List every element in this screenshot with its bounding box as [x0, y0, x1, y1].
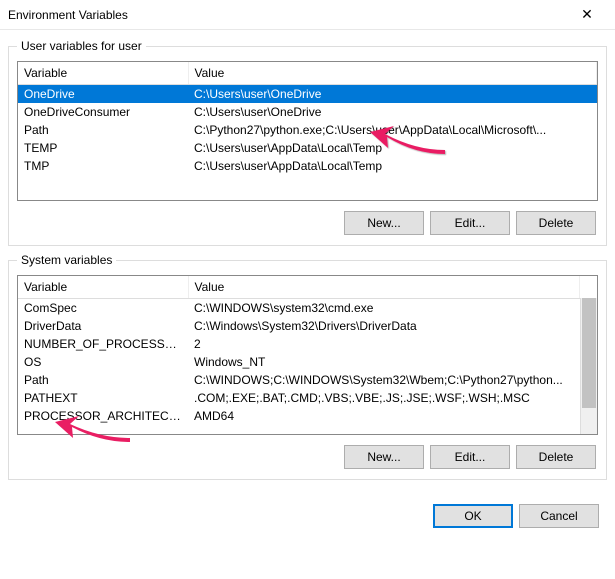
- table-row[interactable]: ComSpecC:\WINDOWS\system32\cmd.exe: [18, 298, 580, 317]
- user-delete-button[interactable]: Delete: [516, 211, 596, 235]
- user-col-value[interactable]: Value: [188, 62, 597, 84]
- table-cell-variable: PATHEXT: [18, 389, 188, 407]
- table-row[interactable]: PathC:\WINDOWS;C:\WINDOWS\System32\Wbem;…: [18, 371, 580, 389]
- table-cell-variable: Path: [18, 371, 188, 389]
- table-cell-value: C:\Python27\python.exe;C:\Users\user\App…: [188, 121, 597, 139]
- table-cell-value: C:\WINDOWS;C:\WINDOWS\System32\Wbem;C:\P…: [188, 371, 580, 389]
- user-variables-buttons: New... Edit... Delete: [17, 201, 598, 237]
- system-edit-button[interactable]: Edit...: [430, 445, 510, 469]
- table-cell-value: C:\Users\user\OneDrive: [188, 84, 597, 103]
- table-row[interactable]: TMPC:\Users\user\AppData\Local\Temp: [18, 157, 597, 175]
- table-row[interactable]: OSWindows_NT: [18, 353, 580, 371]
- table-cell-value: .COM;.EXE;.BAT;.CMD;.VBS;.VBE;.JS;.JSE;.…: [188, 389, 580, 407]
- table-cell-variable: ComSpec: [18, 298, 188, 317]
- table-cell-value: C:\Windows\System32\Drivers\DriverData: [188, 317, 580, 335]
- table-cell-value: AMD64: [188, 407, 580, 425]
- table-cell-value: 2: [188, 335, 580, 353]
- ok-button[interactable]: OK: [433, 504, 513, 528]
- table-cell-value: C:\Users\user\AppData\Local\Temp: [188, 139, 597, 157]
- table-cell-variable: NUMBER_OF_PROCESSORS: [18, 335, 188, 353]
- table-cell-variable: OS: [18, 353, 188, 371]
- table-row[interactable]: PATHEXT.COM;.EXE;.BAT;.CMD;.VBS;.VBE;.JS…: [18, 389, 580, 407]
- cancel-button[interactable]: Cancel: [519, 504, 599, 528]
- system-variables-buttons: New... Edit... Delete: [17, 435, 598, 471]
- table-cell-value: C:\Users\user\AppData\Local\Temp: [188, 157, 597, 175]
- scrollbar-thumb[interactable]: [582, 298, 596, 408]
- system-col-variable[interactable]: Variable: [18, 276, 188, 298]
- table-row[interactable]: PROCESSOR_ARCHITECTUREAMD64: [18, 407, 580, 425]
- table-cell-variable: TEMP: [18, 139, 188, 157]
- system-new-button[interactable]: New...: [344, 445, 424, 469]
- user-edit-button[interactable]: Edit...: [430, 211, 510, 235]
- table-cell-variable: Path: [18, 121, 188, 139]
- window-title: Environment Variables: [8, 8, 567, 22]
- system-variables-group: System variables Variable Value ComSpecC…: [8, 260, 607, 480]
- table-cell-variable: DriverData: [18, 317, 188, 335]
- table-cell-value: Windows_NT: [188, 353, 580, 371]
- titlebar: Environment Variables ✕: [0, 0, 615, 30]
- system-delete-button[interactable]: Delete: [516, 445, 596, 469]
- system-scrollbar[interactable]: [580, 298, 597, 434]
- system-col-value[interactable]: Value: [188, 276, 580, 298]
- table-cell-value: C:\Users\user\OneDrive: [188, 103, 597, 121]
- table-row[interactable]: DriverDataC:\Windows\System32\Drivers\Dr…: [18, 317, 580, 335]
- table-cell-variable: TMP: [18, 157, 188, 175]
- table-row[interactable]: PathC:\Python27\python.exe;C:\Users\user…: [18, 121, 597, 139]
- dialog-footer: OK Cancel: [0, 488, 615, 538]
- table-row[interactable]: NUMBER_OF_PROCESSORS2: [18, 335, 580, 353]
- table-cell-value: C:\WINDOWS\system32\cmd.exe: [188, 298, 580, 317]
- user-variables-table[interactable]: Variable Value OneDriveC:\Users\user\One…: [17, 61, 598, 201]
- system-variables-label: System variables: [17, 253, 116, 267]
- user-variables-group: User variables for user Variable Value O…: [8, 46, 607, 246]
- user-variables-label: User variables for user: [17, 39, 146, 53]
- user-new-button[interactable]: New...: [344, 211, 424, 235]
- table-cell-variable: OneDrive: [18, 84, 188, 103]
- user-col-variable[interactable]: Variable: [18, 62, 188, 84]
- table-row[interactable]: OneDriveC:\Users\user\OneDrive: [18, 84, 597, 103]
- close-icon[interactable]: ✕: [567, 0, 607, 30]
- dialog-content: User variables for user Variable Value O…: [0, 30, 615, 488]
- table-row[interactable]: OneDriveConsumerC:\Users\user\OneDrive: [18, 103, 597, 121]
- table-row[interactable]: TEMPC:\Users\user\AppData\Local\Temp: [18, 139, 597, 157]
- table-cell-variable: PROCESSOR_ARCHITECTURE: [18, 407, 188, 425]
- table-cell-variable: OneDriveConsumer: [18, 103, 188, 121]
- system-variables-table[interactable]: Variable Value ComSpecC:\WINDOWS\system3…: [17, 275, 598, 435]
